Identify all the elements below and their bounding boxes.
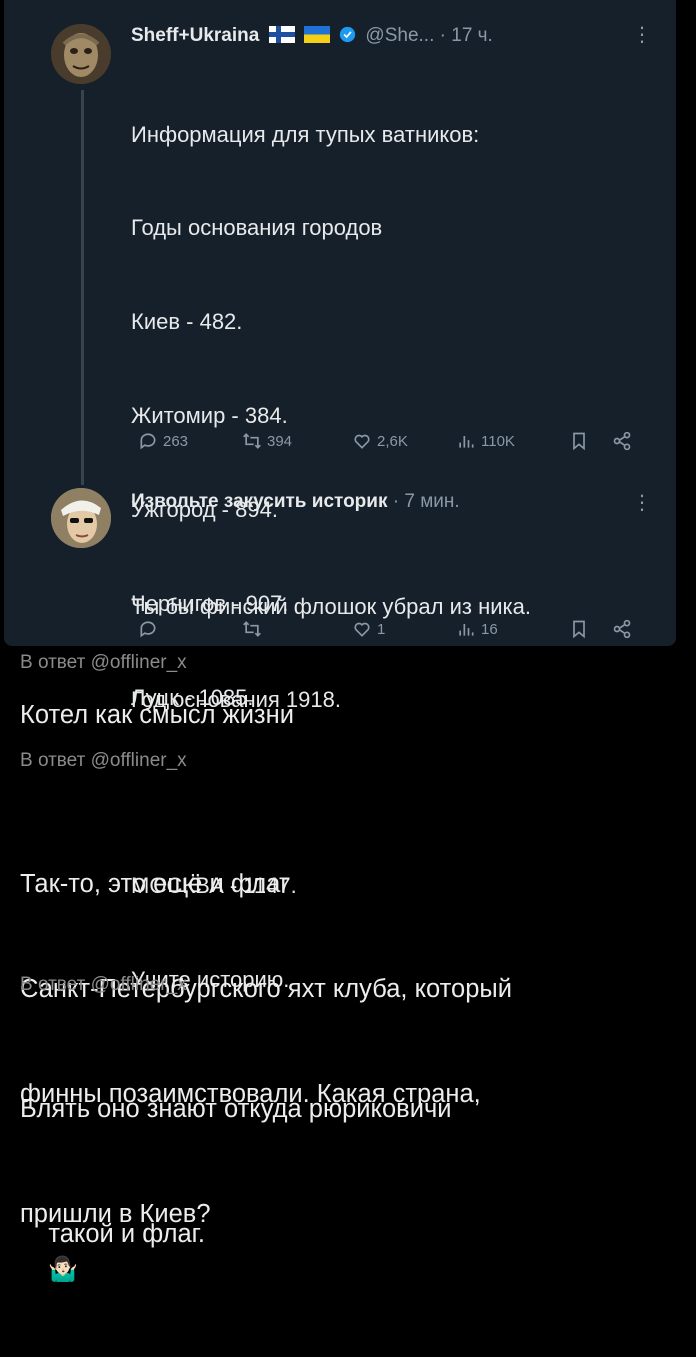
reply-handle-link[interactable]: @offliner_x <box>91 652 187 673</box>
bookmark-button[interactable] <box>569 619 589 639</box>
retweet-button[interactable] <box>242 619 267 639</box>
more-options-icon[interactable]: ⋮ <box>632 490 652 515</box>
reply-to-line: В ответ @offliner_x <box>20 652 187 674</box>
tweet-actions: 1 16 <box>4 614 676 644</box>
reply-to-line: В ответ @offliner_x <box>20 750 187 772</box>
screenshot-card: Sheff+Ukraina @She... · 17 ч. ⋮ Информац… <box>4 0 676 992</box>
tweet-time[interactable]: · 17 ч. <box>440 25 493 46</box>
comment-text: Котел как смысл жизни <box>20 701 294 729</box>
retweet-button[interactable]: 394 <box>242 431 292 451</box>
comment-line: Блять оно знают откуда рюриковичи <box>20 1095 452 1123</box>
comment-line: пришли в Киев? <box>20 1200 211 1228</box>
tweet-header: Извольте закусить историк · 7 мин. <box>131 490 460 514</box>
bookmark-button[interactable] <box>569 431 589 451</box>
like-button[interactable]: 1 <box>352 619 385 639</box>
comment-line: Так-то, это ещё и флаг <box>20 870 290 898</box>
retweet-count: 394 <box>267 432 293 450</box>
like-count: 1 <box>377 620 386 638</box>
tweet-line: Киев - 482. <box>131 309 243 335</box>
share-button[interactable] <box>612 619 632 639</box>
avatar[interactable] <box>51 488 111 548</box>
views-button[interactable]: 16 <box>456 619 498 639</box>
verified-badge-icon <box>339 26 356 43</box>
views-count: 16 <box>481 620 498 638</box>
author-name[interactable]: Извольте закусить историк <box>131 491 387 512</box>
author-handle[interactable]: @She... <box>365 25 434 46</box>
heart-icon <box>354 622 370 637</box>
like-button[interactable]: 2,6K <box>352 431 408 451</box>
retweet-icon <box>243 433 261 449</box>
heart-icon <box>354 434 370 449</box>
more-options-icon[interactable]: ⋮ <box>632 22 652 47</box>
reply-to-line: В ответ @offliner_x <box>20 974 187 996</box>
reply-icon <box>140 433 156 450</box>
reply-handle-link[interactable]: @offliner_x <box>91 750 187 771</box>
reply-button[interactable]: 263 <box>138 431 188 451</box>
share-icon <box>613 431 631 451</box>
reply-count: 263 <box>163 432 189 450</box>
reply-prefix: В ответ <box>20 750 86 771</box>
bookmark-icon <box>573 432 585 451</box>
tweet-header: Sheff+Ukraina @She... · 17 ч. <box>131 24 493 48</box>
share-button[interactable] <box>612 431 632 451</box>
reply-handle-link[interactable]: @offliner_x <box>91 974 187 995</box>
views-count: 110K <box>481 432 515 450</box>
tweet-actions: 263 394 2,6K 110K <box>4 426 676 456</box>
tweet-line: Информация для тупых ватников: <box>131 121 480 147</box>
like-count: 2,6K <box>377 432 408 450</box>
reply-prefix: В ответ <box>20 974 86 995</box>
tweet-body: Ты бы финский флошок убрал из ника. Год … <box>131 528 531 778</box>
comment-text: Блять оно знают откуда рюриковичи пришли… <box>20 1022 451 1267</box>
views-icon <box>459 624 474 636</box>
tweet-line: Годы основания городов <box>131 215 383 241</box>
share-icon <box>613 619 631 639</box>
finland-flag-icon <box>268 26 295 43</box>
reply-button[interactable] <box>138 619 163 639</box>
reply-prefix: В ответ <box>20 652 86 673</box>
ukraine-flag-icon <box>303 26 330 43</box>
tweet-time[interactable]: · 7 мин. <box>393 491 460 512</box>
author-name[interactable]: Sheff+Ukraina <box>131 25 259 46</box>
reply-icon <box>140 621 156 638</box>
views-icon <box>459 436 474 448</box>
bookmark-icon <box>573 620 585 639</box>
views-button[interactable]: 110K <box>456 431 515 451</box>
retweet-icon <box>243 621 261 637</box>
avatar[interactable] <box>51 24 111 84</box>
